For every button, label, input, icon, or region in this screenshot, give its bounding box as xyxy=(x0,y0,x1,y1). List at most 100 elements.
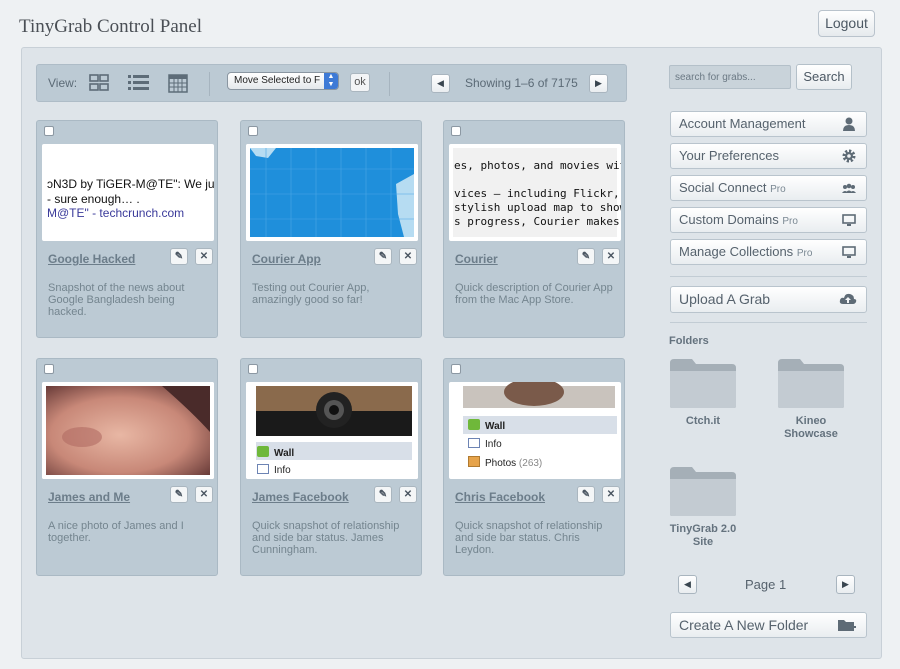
delete-x-icon[interactable]: ✕ xyxy=(399,486,417,503)
account-management-button[interactable]: Account Management xyxy=(670,111,867,137)
folders-prev-button[interactable]: ◀ xyxy=(678,575,697,594)
edit-pencil-icon[interactable]: ✎ xyxy=(577,486,595,503)
monitor-icon xyxy=(842,214,856,226)
thumb-text-line: vices – including Flickr, Facebook xyxy=(454,187,621,200)
folder-item[interactable]: TinyGrab 2.0 Site xyxy=(668,465,748,549)
delete-x-icon[interactable]: ✕ xyxy=(399,248,417,265)
next-page-button[interactable]: ▶ xyxy=(589,74,608,93)
delete-x-icon[interactable]: ✕ xyxy=(602,248,620,265)
select-checkbox[interactable] xyxy=(451,364,461,374)
folders-page-label: Page 1 xyxy=(745,577,787,592)
select-checkbox[interactable] xyxy=(44,364,54,374)
info-icon xyxy=(257,464,269,474)
folder-name: TinyGrab 2.0 Site xyxy=(669,523,737,548)
edit-pencil-icon[interactable]: ✎ xyxy=(374,486,392,503)
folder-name: Kineo Showcase xyxy=(784,415,838,440)
edit-pencil-icon[interactable]: ✎ xyxy=(374,248,392,265)
select-checkbox[interactable] xyxy=(248,364,258,374)
monitor-icon xyxy=(842,246,856,258)
folder-icon xyxy=(670,359,736,408)
grab-thumbnail[interactable]: es, photos, and movies with all y vices … xyxy=(449,144,621,241)
info-icon xyxy=(468,438,480,448)
ok-button[interactable]: ok xyxy=(350,73,370,92)
thumb-text-line: M@TE" - techcrunch.com xyxy=(47,206,185,220)
logout-button[interactable]: Logout xyxy=(818,10,875,37)
facebook-sidebar-row: Photos (263) xyxy=(468,456,542,469)
wall-icon xyxy=(468,419,480,430)
thumb-text-line: s progress, Courier makes it bre xyxy=(454,215,621,228)
social-connect-button[interactable]: Social Connect Pro xyxy=(670,175,867,201)
facebook-sidebar-row: Wall xyxy=(468,419,505,432)
sidebar-divider xyxy=(670,276,867,277)
toolbar-divider xyxy=(389,72,390,96)
folders-next-button[interactable]: ▶ xyxy=(836,575,855,594)
grab-card: ɔN3D by TiGER-M@TE": We just - sure enou… xyxy=(36,120,218,338)
grab-card: James and Me ✎ ✕ A nice photo of James a… xyxy=(36,358,218,576)
prev-page-button[interactable]: ◀ xyxy=(431,74,450,93)
grab-thumbnail[interactable]: Wall Info xyxy=(246,382,418,479)
select-checkbox[interactable] xyxy=(451,126,461,136)
delete-x-icon[interactable]: ✕ xyxy=(195,486,213,503)
map-thumbnail-image xyxy=(246,144,418,241)
edit-pencil-icon[interactable]: ✎ xyxy=(170,248,188,265)
move-selected-select[interactable]: Move Selected to F ▲ ▼ xyxy=(227,72,339,90)
select-checkbox[interactable] xyxy=(248,126,258,136)
folder-icon xyxy=(670,467,736,516)
grab-title[interactable]: Chris Facebook xyxy=(455,490,545,504)
grab-thumbnail[interactable]: ɔN3D by TiGER-M@TE": We just - sure enou… xyxy=(42,144,214,241)
group-icon xyxy=(842,183,856,193)
gear-icon xyxy=(842,149,856,163)
delete-x-icon[interactable]: ✕ xyxy=(602,486,620,503)
facebook-sidebar-row: Info xyxy=(257,464,291,476)
create-folder-button[interactable]: Create A New Folder xyxy=(670,612,867,638)
wall-icon xyxy=(257,446,269,457)
list-view-icon[interactable] xyxy=(125,71,151,95)
select-arrows-icon: ▲ ▼ xyxy=(324,73,338,89)
delete-x-icon[interactable]: ✕ xyxy=(195,248,213,265)
photo-thumbnail-image xyxy=(42,382,214,479)
grab-title[interactable]: Courier App xyxy=(252,252,321,266)
sidebar-divider xyxy=(670,322,867,323)
search-input[interactable] xyxy=(669,65,791,89)
custom-domains-button[interactable]: Custom Domains Pro xyxy=(670,207,867,233)
user-icon xyxy=(843,117,855,131)
move-select-value: Move Selected to F xyxy=(234,75,321,86)
grid-view-icon[interactable] xyxy=(86,71,112,95)
grab-description: A nice photo of James and I together. xyxy=(48,520,184,544)
edit-pencil-icon[interactable]: ✎ xyxy=(170,486,188,503)
photos-icon xyxy=(468,456,480,467)
grab-title[interactable]: Courier xyxy=(455,252,498,266)
view-label: View: xyxy=(48,76,78,90)
grab-thumbnail[interactable] xyxy=(42,382,214,479)
grab-thumbnail[interactable]: Wall Info Photos (263) xyxy=(449,382,621,479)
folder-name: Ctch.it xyxy=(685,415,721,427)
grab-description: Snapshot of the news about Google Bangla… xyxy=(48,282,185,318)
preferences-button[interactable]: Your Preferences xyxy=(670,143,867,169)
folder-item[interactable]: Ctch.it xyxy=(668,357,748,428)
grab-thumbnail[interactable] xyxy=(246,144,418,241)
grab-title[interactable]: James Facebook xyxy=(252,490,349,504)
upload-grab-button[interactable]: Upload A Grab xyxy=(670,286,867,313)
folder-add-icon xyxy=(838,620,856,631)
showing-count: Showing 1–6 of 7175 xyxy=(465,76,578,90)
manage-collections-button[interactable]: Manage Collections Pro xyxy=(670,239,867,265)
select-checkbox[interactable] xyxy=(44,126,54,136)
edit-pencil-icon[interactable]: ✎ xyxy=(577,248,595,265)
facebook-photo-image xyxy=(463,382,615,408)
folder-item[interactable]: Kineo Showcase xyxy=(776,357,856,441)
thumb-text-line: ɔN3D by TiGER-M@TE": We just xyxy=(47,177,214,191)
calendar-view-icon[interactable] xyxy=(165,71,191,95)
toolbar-divider xyxy=(209,72,210,96)
search-button[interactable]: Search xyxy=(796,64,852,90)
thumb-text-line: es, photos, and movies with all y xyxy=(454,159,621,172)
thumb-text-line: stylish upload map to show wher xyxy=(454,201,621,214)
grab-description: Quick description of Courier App from th… xyxy=(455,282,613,306)
folder-icon xyxy=(778,359,844,408)
app-title: TinyGrab Control Panel xyxy=(19,16,202,37)
grab-title[interactable]: Google Hacked xyxy=(48,252,135,266)
grab-toolbar: View: Move Selected to F ▲ ▼ ok ◀ Showing… xyxy=(36,64,627,102)
grab-card: Wall Info Photos (263) Chris Facebook ✎ … xyxy=(443,358,625,576)
grab-card: es, photos, and movies with all y vices … xyxy=(443,120,625,338)
grab-title[interactable]: James and Me xyxy=(48,490,130,504)
thumb-text-line: - sure enough… . xyxy=(47,192,140,206)
